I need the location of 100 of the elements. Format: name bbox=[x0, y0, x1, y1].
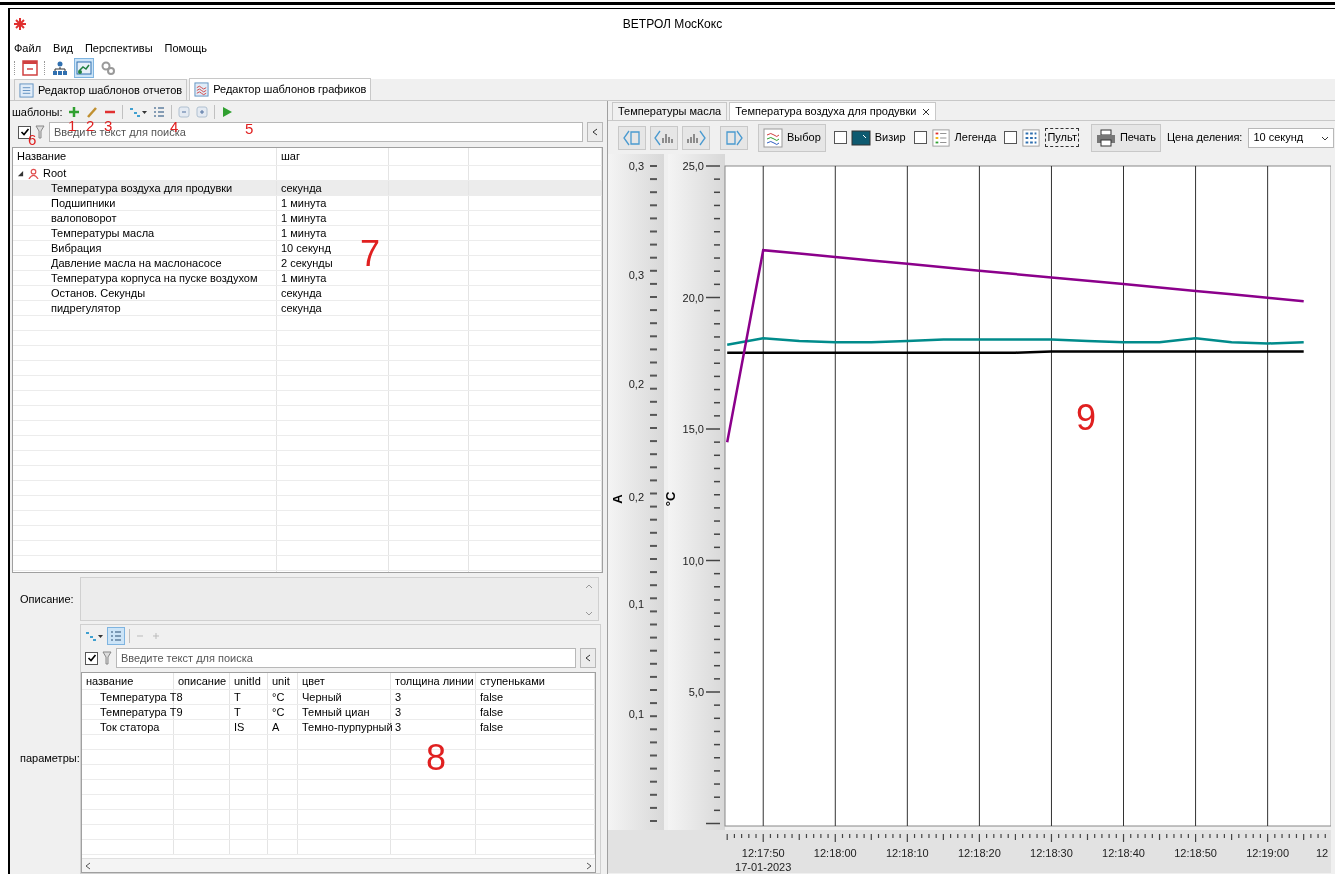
column-header[interactable]: описание bbox=[178, 673, 227, 690]
chart-tab[interactable]: Температуры масла bbox=[612, 102, 728, 120]
tree-item[interactable]: валоповорот bbox=[13, 209, 117, 227]
scale-dropdown[interactable]: 10 секунд bbox=[1248, 127, 1335, 148]
column-header[interactable]: Название bbox=[17, 148, 67, 165]
add-icon[interactable] bbox=[68, 106, 81, 118]
editor-tab[interactable]: Редактор шаблонов графиков bbox=[189, 78, 372, 100]
previous-icon bbox=[654, 128, 674, 147]
next-icon bbox=[686, 128, 706, 147]
tick-label: 12:18:20 bbox=[958, 847, 1001, 859]
scroll-left-icon[interactable] bbox=[84, 861, 92, 870]
toggle-label[interactable]: Пульт bbox=[1045, 128, 1079, 147]
lines-chart-icon bbox=[763, 127, 783, 148]
expanded-arrow-icon[interactable] bbox=[17, 169, 24, 177]
axis-title: °C bbox=[663, 491, 678, 507]
table-cell-text: Черный bbox=[302, 689, 342, 705]
toolbar-button[interactable] bbox=[74, 58, 94, 78]
toggle-label[interactable]: Легенда bbox=[954, 129, 997, 146]
table-cell-text: Темно-пурпурный bbox=[302, 719, 393, 735]
last-page-icon bbox=[724, 128, 744, 147]
collapse-button[interactable] bbox=[587, 122, 603, 142]
checkbox[interactable] bbox=[85, 651, 98, 665]
collapse-button[interactable] bbox=[580, 648, 596, 668]
tick-label: 10,0 bbox=[682, 554, 704, 567]
field-label: Цена деления: bbox=[1166, 130, 1243, 146]
tick-label: 15,0 bbox=[682, 423, 704, 435]
checkbox[interactable] bbox=[833, 131, 847, 144]
tick-label: 0,3 bbox=[628, 160, 644, 172]
tree-item[interactable]: Температура корпуса на пуске воздухом bbox=[13, 269, 258, 287]
tick-label: 0,2 bbox=[628, 491, 644, 503]
tree-item[interactable]: Температура воздуха для продувки bbox=[13, 179, 233, 197]
tree-item[interactable]: пидрегулятор bbox=[13, 299, 121, 317]
checkbox[interactable] bbox=[913, 131, 927, 144]
table-cell-text: Температура T8 bbox=[99, 689, 183, 705]
table-cell-text: A bbox=[272, 719, 280, 735]
table-cell-text: Ток статора bbox=[99, 719, 160, 735]
table-cell-text: T bbox=[234, 689, 241, 705]
column-header[interactable]: unit bbox=[272, 673, 290, 690]
tree-item[interactable]: Вибрация bbox=[13, 239, 102, 257]
editor-tab[interactable]: Редактор шаблонов отчетов bbox=[14, 79, 188, 100]
menu-item[interactable]: Файл bbox=[14, 39, 42, 57]
list-icon bbox=[110, 630, 122, 642]
tree-item[interactable]: Подшипники bbox=[13, 194, 116, 212]
first-page-icon bbox=[622, 128, 642, 147]
navigation-button[interactable] bbox=[650, 125, 678, 150]
chart-tab[interactable]: Температура воздуха для продувки bbox=[729, 102, 937, 120]
toggle-label[interactable]: Визир bbox=[874, 129, 906, 146]
navigation-button[interactable] bbox=[682, 125, 710, 150]
horizontal-scrollbar[interactable] bbox=[82, 858, 595, 872]
tree-item[interactable]: Температуры масла bbox=[13, 224, 155, 242]
print-button[interactable]: Печать bbox=[1090, 123, 1161, 152]
close-icon[interactable] bbox=[922, 107, 931, 116]
column-header[interactable]: цвет bbox=[302, 673, 325, 690]
column-header[interactable]: шаг bbox=[281, 148, 300, 165]
menu-item[interactable]: Помощь bbox=[164, 39, 208, 57]
hierarchy-icon bbox=[52, 60, 68, 76]
chevron-left-icon bbox=[584, 654, 592, 662]
toolbar-label: шаблоны: bbox=[12, 104, 63, 120]
navigation-button[interactable] bbox=[618, 125, 646, 150]
select-button[interactable]: Выбор bbox=[758, 123, 826, 152]
table-cell-text: секунда bbox=[281, 180, 322, 196]
gears-icon bbox=[100, 60, 116, 76]
expand-icon[interactable] bbox=[196, 106, 209, 118]
toolbar-button[interactable] bbox=[20, 58, 40, 78]
tick-label: 20,0 bbox=[682, 291, 704, 304]
tree-item[interactable]: Останов. Секунды bbox=[13, 284, 146, 302]
tick-label: 5,0 bbox=[688, 686, 704, 698]
list-view-button[interactable] bbox=[107, 627, 125, 645]
edit-icon[interactable] bbox=[86, 106, 99, 118]
user-icon bbox=[28, 167, 39, 179]
checkbox[interactable] bbox=[1004, 131, 1018, 144]
column-header[interactable]: толщина линии bbox=[395, 673, 474, 690]
field-label: параметры: bbox=[19, 750, 80, 766]
tree-item[interactable]: Давление масла на маслонасосе bbox=[13, 254, 222, 272]
tree-item[interactable]: Root bbox=[43, 164, 67, 182]
navigation-button[interactable] bbox=[720, 125, 748, 150]
date-label: 17-01-2023 bbox=[735, 861, 792, 873]
menu-item[interactable]: Вид bbox=[53, 39, 73, 57]
tree-dropdown-icon[interactable] bbox=[85, 630, 103, 642]
tick-label: 12 bbox=[1316, 847, 1329, 859]
check-icon bbox=[86, 653, 97, 663]
list-icon[interactable] bbox=[153, 106, 166, 118]
play-icon[interactable] bbox=[221, 106, 234, 118]
annotation-number: 7 bbox=[360, 236, 381, 272]
column-header[interactable]: unitId bbox=[234, 673, 261, 690]
collapse-icon[interactable] bbox=[178, 106, 191, 118]
tick-label: 0,3 bbox=[628, 269, 644, 281]
annotation-number: 5 bbox=[245, 121, 254, 136]
description-field[interactable] bbox=[80, 577, 599, 621]
tree-dropdown-icon[interactable] bbox=[129, 106, 148, 118]
legend-icon bbox=[930, 128, 951, 147]
column-header[interactable]: ступеньками bbox=[480, 673, 545, 690]
column-header[interactable]: название bbox=[86, 673, 134, 690]
search-field[interactable]: Введите текст для поиска bbox=[116, 648, 576, 668]
table-cell-text: IS bbox=[234, 719, 245, 735]
check-icon bbox=[19, 127, 30, 137]
menu-item[interactable]: Перспективы bbox=[84, 39, 153, 57]
scroll-right-icon[interactable] bbox=[585, 861, 593, 870]
table-cell-text: °C bbox=[272, 704, 285, 720]
scrollbar-icon bbox=[584, 582, 594, 618]
